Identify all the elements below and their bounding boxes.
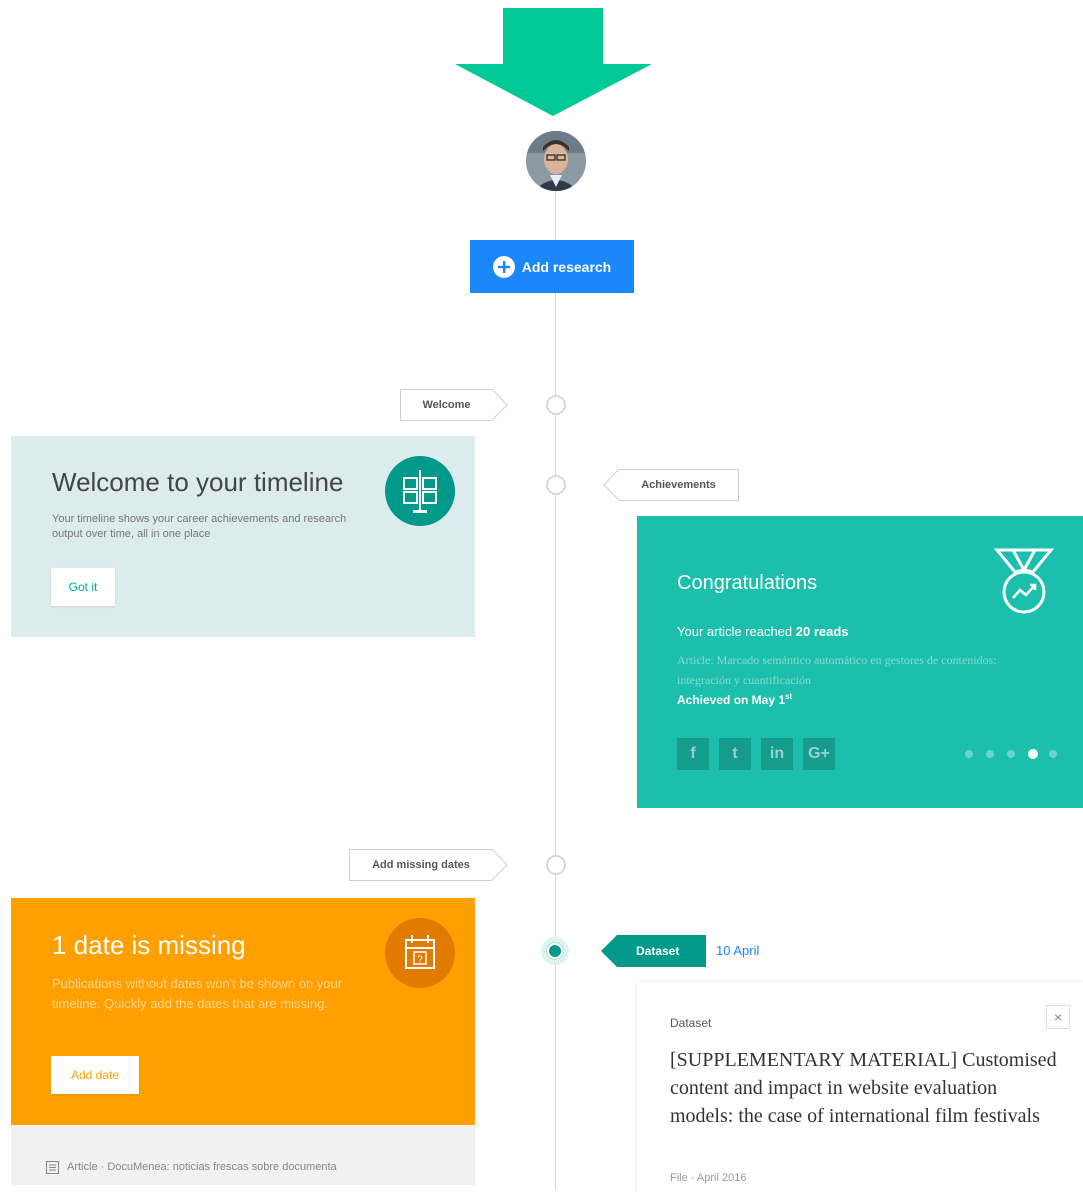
add-research-button[interactable]: Add research: [470, 240, 634, 293]
carousel-dot[interactable]: [986, 750, 994, 758]
welcome-label: Welcome: [400, 389, 508, 421]
timeline-line: [555, 190, 556, 1190]
signpost-icon: [385, 456, 455, 526]
achievements-label: Achievements: [603, 469, 739, 501]
linkedin-share-button[interactable]: in: [761, 738, 793, 770]
missing-title: 1 date is missing: [52, 930, 246, 960]
googleplus-share-button[interactable]: G+: [803, 738, 835, 770]
welcome-card: Welcome to your timeline Your timeline s…: [11, 436, 475, 637]
add-missing-dates-label: Add missing dates: [349, 849, 508, 881]
carousel-dot[interactable]: [965, 750, 973, 758]
timeline-node-welcome: [546, 395, 566, 415]
welcome-body: Your timeline shows your career achievem…: [52, 513, 347, 540]
facebook-share-button[interactable]: f: [677, 738, 709, 770]
timeline-node-missing-dates: [546, 855, 566, 875]
timeline-node-dataset: [541, 937, 569, 965]
timeline-node-achievements: [546, 475, 566, 495]
add-research-label: Add research: [521, 258, 612, 275]
article-footer-text[interactable]: Article · DocuMenea: noticias frescas so…: [67, 1161, 337, 1173]
close-icon[interactable]: ×: [1046, 1005, 1070, 1029]
congrats-article[interactable]: Article: Marcado semántico automático en…: [677, 650, 1027, 690]
add-date-button[interactable]: Add date: [51, 1056, 139, 1094]
article-footer: Article · DocuMenea: noticias frescas so…: [11, 1125, 475, 1185]
carousel-dot[interactable]: [1028, 749, 1038, 759]
carousel-dot[interactable]: [1007, 750, 1015, 758]
missing-date-card: 1 date is missing Publications without d…: [11, 898, 475, 1125]
arrow-down-icon: [455, 8, 652, 116]
dataset-card: Dataset [SUPPLEMENTARY MATERIAL] Customi…: [637, 982, 1083, 1192]
calendar-icon: ?: [385, 918, 455, 988]
missing-body: Publications without dates won't be show…: [52, 976, 343, 1011]
congrats-achieved: Achieved on May 1st: [677, 692, 793, 707]
article-icon: [46, 1161, 59, 1174]
svg-text:?: ?: [417, 955, 423, 966]
welcome-title: Welcome to your timeline: [52, 467, 344, 497]
dataset-tag: Dataset: [601, 935, 706, 967]
plus-circle-icon: [492, 255, 515, 278]
carousel-dot[interactable]: [1049, 750, 1057, 758]
medal-icon: [993, 548, 1055, 614]
avatar[interactable]: [526, 131, 586, 191]
dataset-title[interactable]: [SUPPLEMENTARY MATERIAL] Customised cont…: [670, 1046, 1060, 1130]
congrats-title: Congratulations: [677, 572, 818, 594]
got-it-button[interactable]: Got it: [51, 568, 115, 606]
twitter-share-button[interactable]: t: [719, 738, 751, 770]
dataset-type: Dataset: [670, 1016, 712, 1030]
congrats-headline: Your article reached 20 reads: [677, 624, 849, 639]
dataset-meta: File · April 2016: [670, 1172, 747, 1184]
dataset-date: 10 April: [716, 943, 760, 958]
congrats-card: Congratulations Your article reached 20 …: [637, 516, 1083, 808]
